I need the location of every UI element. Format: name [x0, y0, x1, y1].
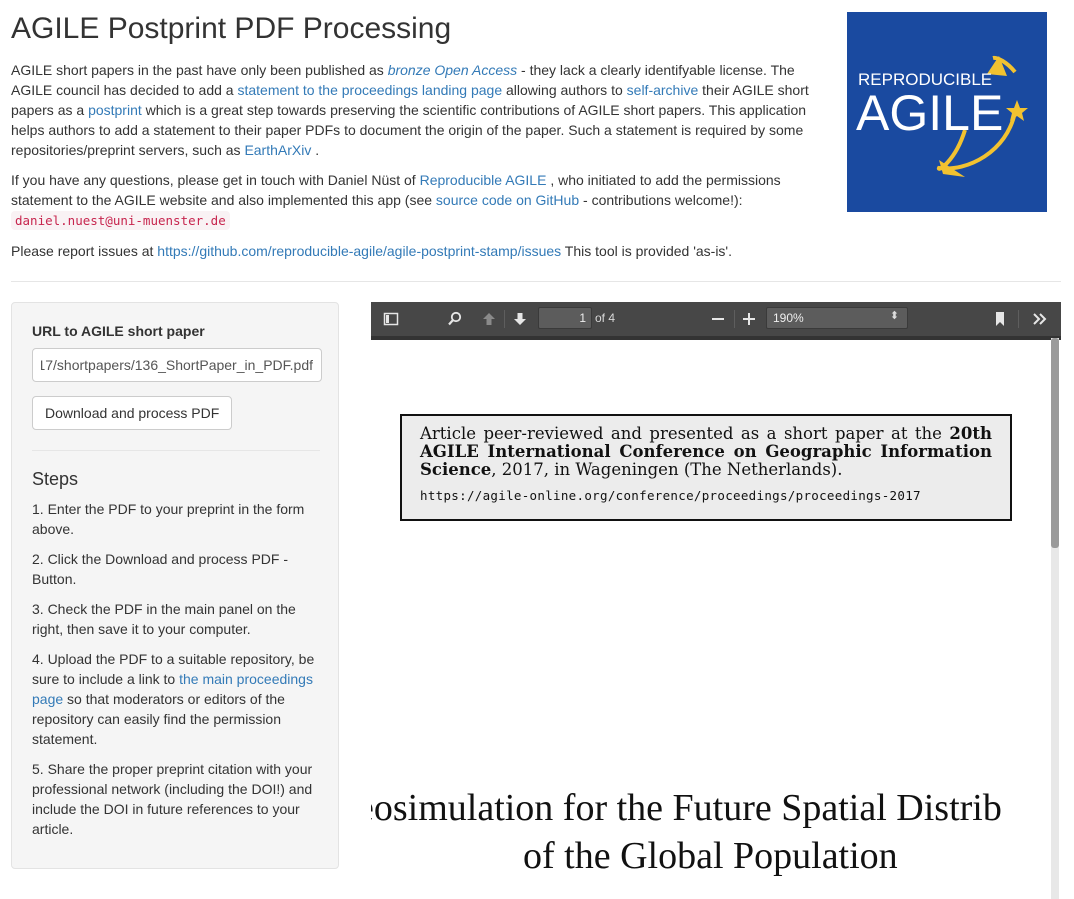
tools-menu-icon[interactable] — [1032, 302, 1048, 336]
statement-text: Article peer-reviewed and presented as a… — [420, 425, 992, 479]
intro-text-segment: This tool is provided 'as-is'. — [561, 243, 732, 259]
pdf-toolbar: 1 of 4 190% ⬍ — [371, 302, 1061, 340]
viewer-scrollbar-thumb[interactable] — [1051, 338, 1059, 548]
sidebar-toggle-icon[interactable] — [383, 302, 399, 336]
page-title: AGILE Postprint PDF Processing — [11, 12, 452, 45]
statement-segment: , 2017, in Wageningen (The Netherlands). — [491, 460, 843, 479]
reproducible-agile-logo: REPRODUCIBLE AGILE — [847, 12, 1047, 212]
issues-link[interactable]: https://github.com/reproducible-agile/ag… — [157, 243, 561, 259]
self-archive-link[interactable]: self-archive — [627, 82, 699, 98]
postprint-link[interactable]: postprint — [88, 102, 142, 118]
search-icon[interactable] — [447, 302, 463, 336]
step-3: 3. Check the PDF in the main panel on th… — [32, 601, 296, 637]
steps-heading: Steps — [32, 469, 79, 489]
intro-text-segment: . — [311, 142, 320, 158]
bronze-oa-link[interactable]: bronze Open Access — [388, 62, 517, 78]
paper-title-line-1: eosimulation for the Future Spatial Dist… — [371, 787, 1002, 829]
reproducible-agile-link[interactable]: Reproducible AGILE — [420, 172, 547, 188]
intro-paragraph-1: AGILE short papers in the past have only… — [11, 60, 816, 160]
previous-page-icon[interactable] — [481, 302, 497, 336]
intro-text-segment: - contributions welcome!): — [579, 192, 743, 208]
steps-list: 1. Enter the PDF to your preprint in the… — [32, 499, 320, 849]
zoom-select[interactable]: 190% ⬍ — [766, 307, 908, 329]
download-process-button[interactable]: Download and process PDF — [32, 396, 233, 430]
intro-paragraph-3: Please report issues at https://github.c… — [11, 241, 816, 261]
toolbar-separator — [734, 310, 735, 328]
zoom-in-icon[interactable] — [742, 302, 756, 336]
contact-email: daniel.nuest@uni-muenster.de — [11, 211, 230, 230]
sidebar-divider — [32, 450, 320, 451]
page-number-input[interactable]: 1 — [538, 307, 592, 329]
paper-title-line-2: of the Global Population — [523, 835, 898, 877]
divider — [11, 281, 1061, 282]
next-page-icon[interactable] — [512, 302, 528, 336]
select-arrows-icon: ⬍ — [889, 310, 899, 322]
statement-segment: Article peer-reviewed and presented as a… — [420, 424, 950, 443]
intro-text-segment: allowing authors to — [502, 82, 627, 98]
statement-link[interactable]: statement to the proceedings landing pag… — [237, 82, 502, 98]
zoom-value: 190% — [773, 311, 804, 325]
toolbar-separator — [504, 310, 505, 328]
intro-text: AGILE short papers in the past have only… — [11, 60, 816, 271]
page-count: of 4 — [595, 311, 616, 325]
proceedings-url: https://agile-online.org/conference/proc… — [420, 488, 921, 503]
step-5: 5. Share the proper preprint citation wi… — [32, 761, 313, 837]
source-code-link[interactable]: source code on GitHub — [436, 192, 579, 208]
eartharxiv-link[interactable]: EarthArXiv — [244, 142, 311, 158]
zoom-out-icon[interactable] — [711, 302, 725, 336]
permission-statement-box: Article peer-reviewed and presented as a… — [400, 414, 1012, 521]
sidebar-panel: URL to AGILE short paper Download and pr… — [11, 302, 339, 869]
logo-graphic: REPRODUCIBLE AGILE — [847, 12, 1047, 212]
pdf-viewer: 1 of 4 190% ⬍ Article peer-reviewed and p… — [371, 302, 1061, 899]
intro-text-segment: Please report issues at — [11, 243, 158, 259]
toolbar-separator — [1018, 310, 1019, 328]
intro-paragraph-2: If you have any questions, please get in… — [11, 170, 816, 231]
url-label: URL to AGILE short paper — [32, 323, 205, 339]
logo-line-2: AGILE — [856, 85, 1003, 141]
bookmark-icon[interactable] — [993, 302, 1007, 336]
intro-text-segment: AGILE short papers in the past have only… — [11, 62, 388, 78]
step-1: 1. Enter the PDF to your preprint in the… — [32, 501, 305, 537]
intro-text-segment: If you have any questions, please get in… — [11, 172, 420, 188]
step-2: 2. Click the Download and process PDF - … — [32, 551, 288, 587]
url-input[interactable] — [32, 348, 322, 382]
step-4-text: so that moderators or editors of the rep… — [32, 691, 285, 747]
step-4: 4. Upload the PDF to a suitable reposito… — [32, 649, 320, 749]
